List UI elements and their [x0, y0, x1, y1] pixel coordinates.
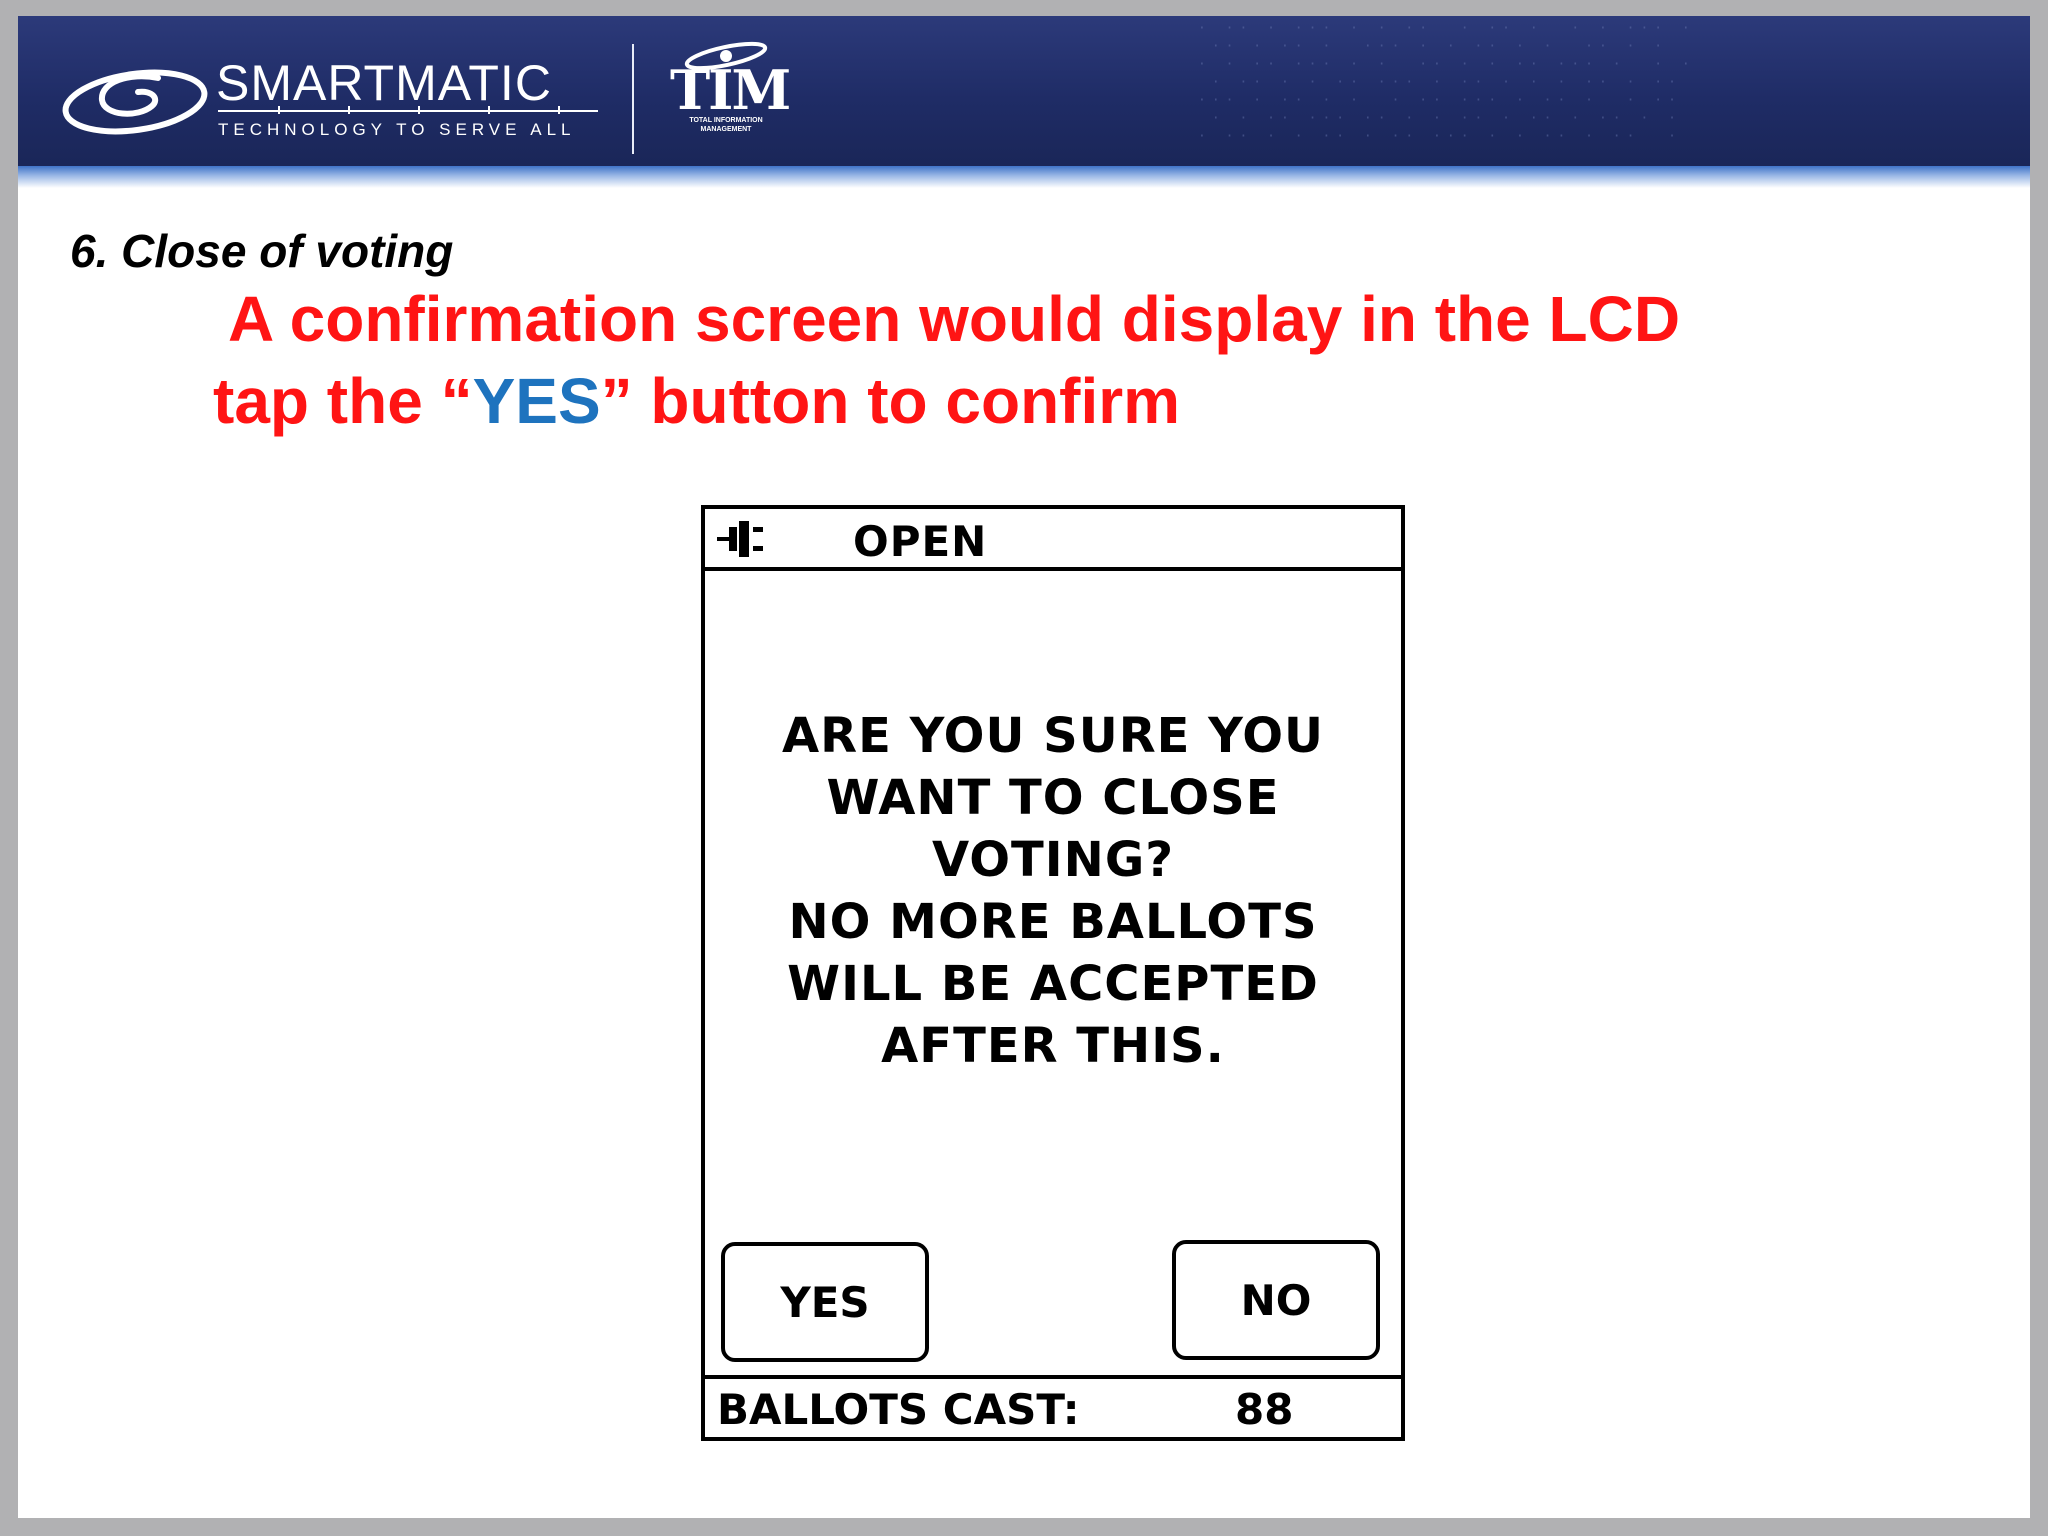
- brand-name: SMARTMATIC: [216, 55, 552, 111]
- lcd-status-text: OPEN: [853, 517, 988, 566]
- message-line: NO MORE BALLOTS: [788, 894, 1318, 950]
- brand-rule-tick: [558, 106, 560, 114]
- brand-rule: [218, 110, 598, 112]
- logo-divider: [632, 44, 634, 154]
- yes-button[interactable]: YES: [721, 1242, 929, 1362]
- instruction-yes-highlight: YES: [472, 365, 601, 437]
- message-line: WANT TO CLOSE: [826, 770, 1280, 826]
- slide: · ·· · ··· · · ·· · ·· · · · ··· · ·· · …: [18, 16, 2030, 1518]
- lcd-footer: BALLOTS CAST: 88: [705, 1375, 1401, 1441]
- section-title: 6. Close of voting: [70, 225, 454, 277]
- ballots-cast-value: 88: [1235, 1385, 1294, 1434]
- brand-rule-tick: [418, 106, 420, 114]
- brand-tagline: TECHNOLOGY TO SERVE ALL: [218, 120, 576, 139]
- instruction-suffix: ” button to confirm: [600, 365, 1181, 437]
- instruction-prefix: tap the “: [213, 365, 473, 437]
- brand-rule-tick: [348, 106, 350, 114]
- message-line: AFTER THIS.: [881, 1018, 1225, 1074]
- instruction-line-2: tap the “YES” button to confirm: [213, 364, 1180, 438]
- confirmation-message: ARE YOU SURE YOU WANT TO CLOSE VOTING? N…: [705, 705, 1401, 1077]
- message-line: VOTING?: [931, 832, 1175, 888]
- lcd-status-bar: OPEN: [705, 509, 1401, 571]
- smartmatic-logo-icon: [62, 69, 208, 135]
- lcd-screen: OPEN ARE YOU SURE YOU WANT TO CLOSE VOTI…: [701, 505, 1405, 1441]
- message-line: WILL BE ACCEPTED: [787, 956, 1319, 1012]
- tim-subtitle: TOTAL INFORMATION MANAGEMENT: [689, 117, 763, 133]
- banner-texture: · ·· · ··· · · ·· · ·· · · · ··· · ·· · …: [1198, 21, 1696, 144]
- banner-accent-line: [18, 166, 2030, 188]
- message-line: ARE YOU SURE YOU: [782, 708, 1324, 764]
- ballots-cast-label: BALLOTS CAST:: [717, 1385, 1080, 1434]
- power-plug-icon: [717, 521, 763, 557]
- tim-logo-text: TIM: [670, 58, 791, 122]
- header-banner: · ·· · ··· · · ·· · ·· · · · ··· · ·· · …: [18, 16, 2030, 166]
- brand-rule-tick: [488, 106, 490, 114]
- no-button[interactable]: NO: [1172, 1240, 1380, 1360]
- instruction-line-1: A confirmation screen would display in t…: [228, 283, 1681, 355]
- brand-rule-tick: [278, 106, 280, 114]
